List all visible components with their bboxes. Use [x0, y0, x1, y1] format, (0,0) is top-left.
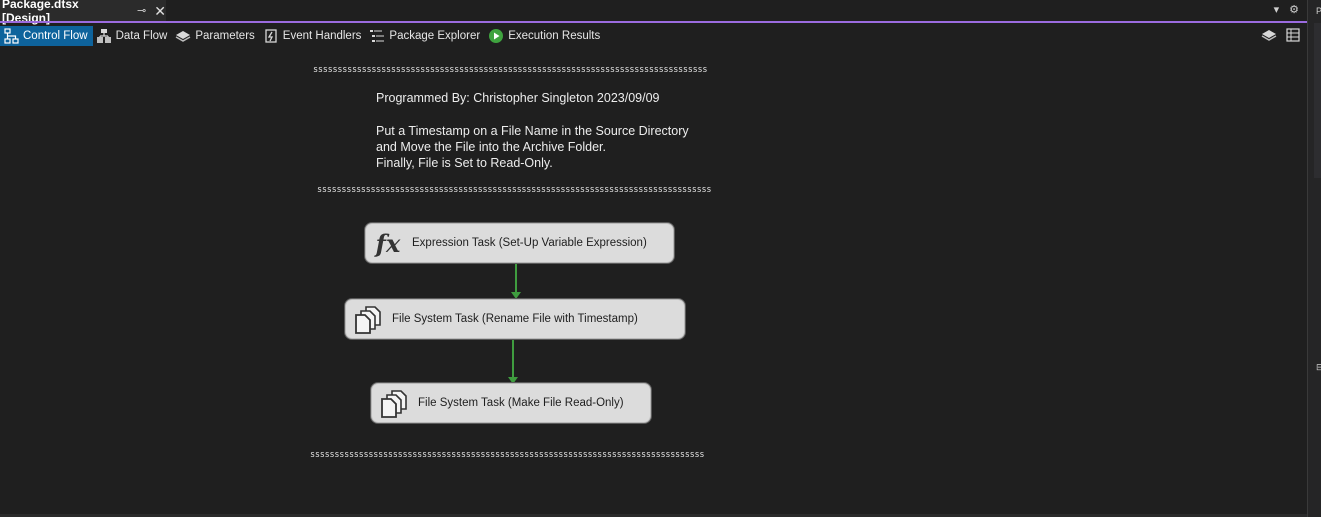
tab-parameters[interactable]: Parameters: [172, 26, 259, 46]
precedence-constraint-2[interactable]: [508, 340, 518, 384]
expression-task-label: Expression Task (Set-Up Variable Express…: [412, 237, 647, 249]
tab-dropdown-icon[interactable]: ▾: [1274, 3, 1280, 16]
file-system-task-rename[interactable]: File System Task (Rename File with Times…: [345, 299, 685, 339]
precedence-constraints: [508, 264, 521, 384]
grid-options-icon[interactable]: [1285, 27, 1301, 43]
control-flow-icon: [4, 27, 19, 44]
file-system-task-read-only[interactable]: File System Task (Make File Read-Only): [371, 383, 651, 423]
variables-icon[interactable]: [1261, 27, 1277, 43]
control-flow-canvas[interactable]: ssssssssssssssssssssssssssssssssssssssss…: [0, 48, 1307, 514]
tab-package-explorer-label: Package Explorer: [389, 29, 481, 42]
package-explorer-icon: [370, 29, 385, 42]
tab-data-flow[interactable]: Data Flow: [93, 26, 173, 46]
tabstrip-underline: [0, 21, 1307, 23]
designer-tabbar: Control Flow Data Flow Parameters Event …: [0, 25, 1307, 46]
tab-package-explorer[interactable]: Package Explorer: [366, 26, 485, 46]
document-tab[interactable]: Package.dtsx [Design] ⊸ ✕: [0, 0, 166, 25]
close-icon[interactable]: ✕: [154, 4, 166, 18]
tab-execution-results-label: Execution Results: [508, 29, 601, 42]
separator-annotation-bottom[interactable]: ssssssssssssssssssssssssssssssssssssssss…: [310, 450, 705, 460]
pin-icon[interactable]: ⊸: [137, 4, 146, 17]
file-system-icon: [350, 301, 386, 337]
tab-control-flow[interactable]: Control Flow: [0, 25, 93, 46]
gear-icon[interactable]: ⚙: [1289, 3, 1299, 16]
panel-collapse-icon[interactable]: ⊟: [1316, 362, 1321, 373]
panel-edge-glyph: P: [1316, 6, 1321, 16]
document-tabstrip: Package.dtsx [Design] ⊸ ✕ ▾ ⚙: [0, 0, 1307, 25]
file-system-task-read-only-label: File System Task (Make File Read-Only): [418, 397, 624, 409]
tab-control-flow-label: Control Flow: [23, 29, 88, 42]
parameters-icon: [175, 30, 191, 42]
panel-scroll-strip[interactable]: [1314, 23, 1321, 178]
precedence-constraint-1[interactable]: [511, 264, 521, 299]
expression-task[interactable]: fx Expression Task (Set-Up Variable Expr…: [365, 223, 674, 263]
tab-event-handlers[interactable]: Event Handlers: [260, 26, 367, 46]
file-system-icon: [376, 385, 412, 421]
tab-execution-results[interactable]: Execution Results: [485, 26, 605, 46]
data-flow-icon: [96, 28, 111, 43]
tab-parameters-label: Parameters: [195, 29, 255, 42]
execution-results-icon: [489, 28, 504, 43]
tab-event-handlers-label: Event Handlers: [282, 29, 362, 42]
event-handlers-icon: [265, 28, 277, 43]
fx-icon: fx: [375, 228, 401, 258]
right-docked-panel-edge[interactable]: P ⊟: [1307, 0, 1321, 517]
file-system-task-rename-label: File System Task (Rename File with Times…: [392, 313, 638, 325]
tab-data-flow-label: Data Flow: [115, 29, 168, 42]
